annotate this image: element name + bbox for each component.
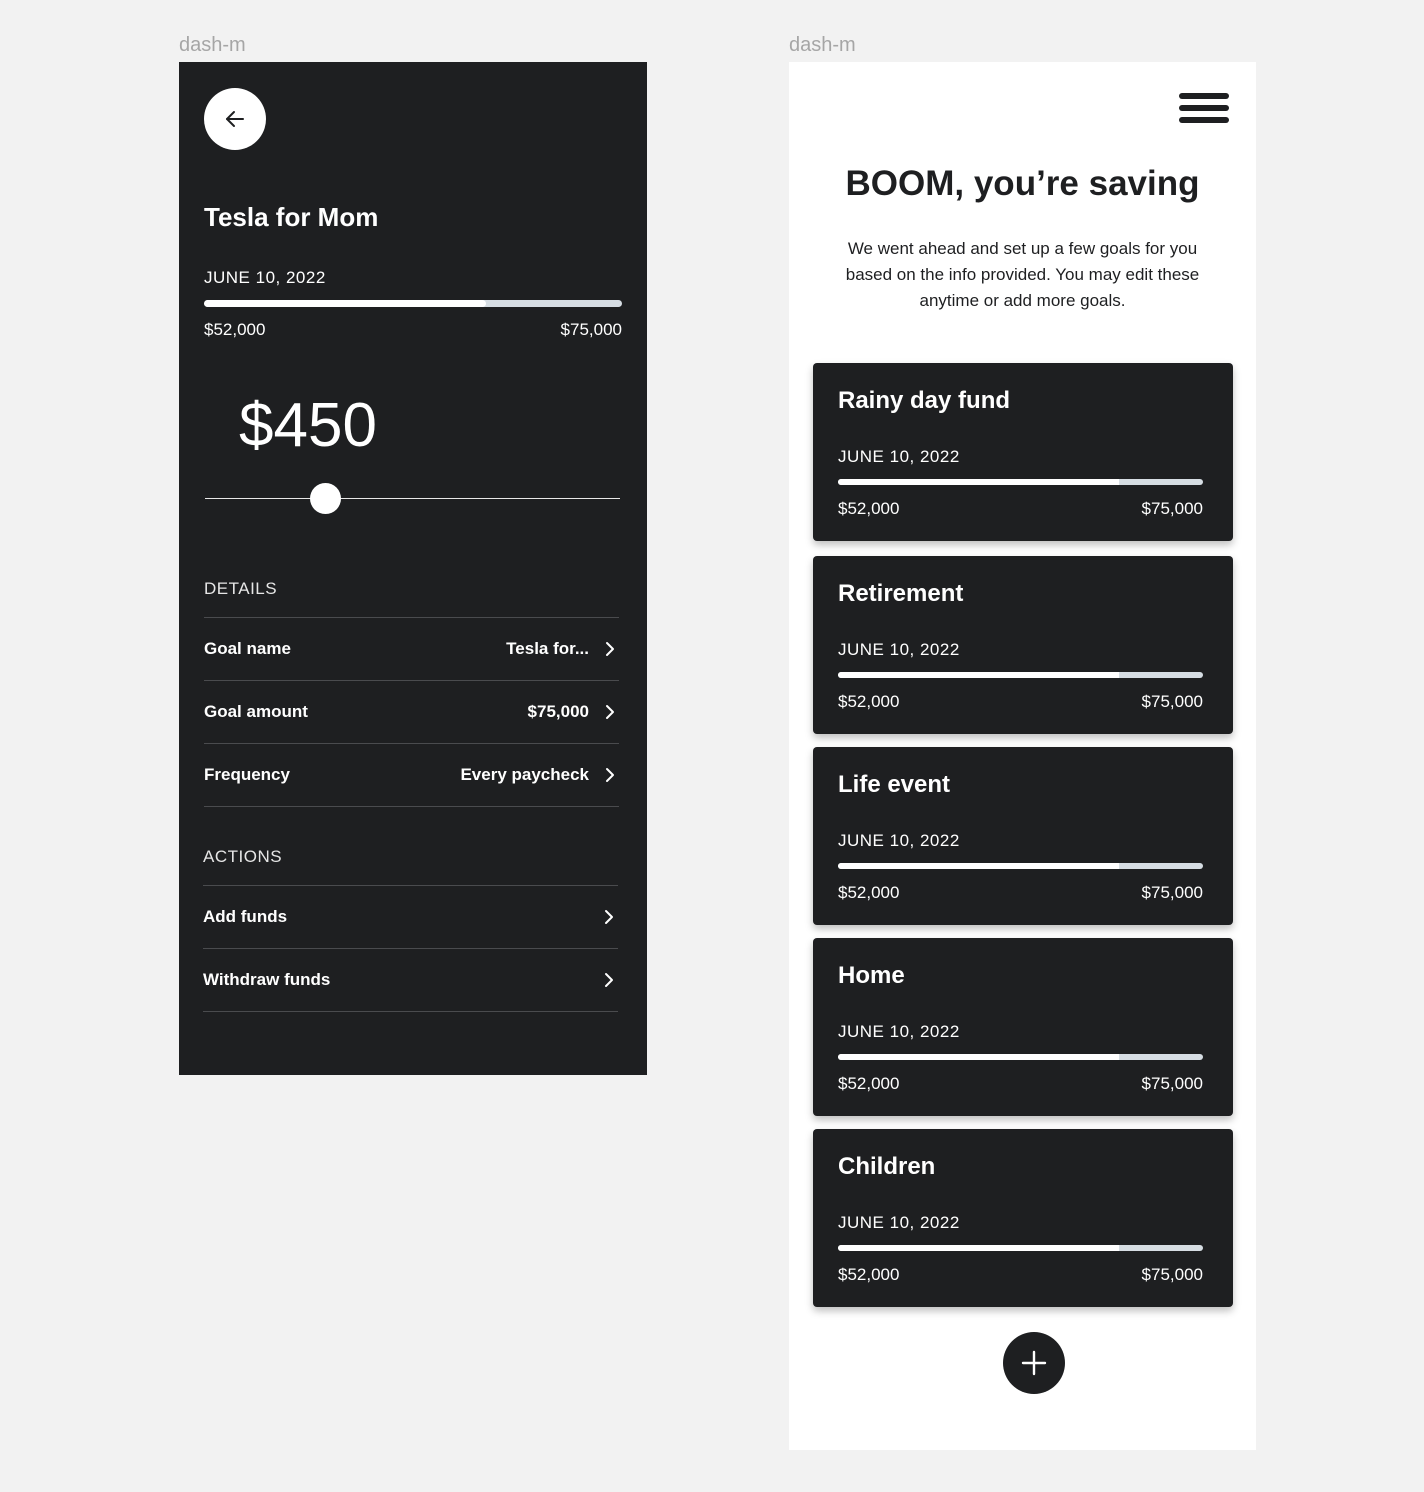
chevron-right-icon [605,973,613,987]
detail-row-value: $75,000 [527,702,589,721]
goal-card-title: Home [838,962,905,989]
goal-card-target-amount: $75,000 [1141,499,1203,518]
goal-card-current-amount: $52,000 [838,692,900,711]
goal-card-title: Retirement [838,580,964,607]
goals-overview-screen: BOOM, you’re saving We went ahead and se… [789,62,1256,1450]
actions-section-label: ACTIONS [203,847,283,866]
chevron-right-icon [605,910,613,924]
goal-card[interactable]: Rainy day fund JUNE 10, 2022 $52,000 $75,00… [813,363,1233,541]
goal-card-target-amount: $75,000 [1141,692,1203,711]
contribution-slider-track[interactable] [205,498,620,499]
goal-card-progress-bar [838,672,1203,678]
goal-card-target-amount: $75,000 [1141,1074,1203,1093]
goal-card-progress-bar [838,1245,1203,1251]
actions-list: Add funds Withdraw funds [203,885,618,1012]
withdraw-funds-button[interactable]: Withdraw funds [203,948,618,1012]
frame-label-left: dash-m [179,34,246,56]
action-label: Add funds [203,907,288,926]
goal-card-progress-fill [838,479,1120,485]
chevron-right-icon [606,768,614,782]
target-amount: $75,000 [560,320,622,339]
add-goal-button[interactable] [1003,1332,1065,1394]
goal-card[interactable]: Children JUNE 10, 2022 $52,000 $75,000 [813,1129,1233,1307]
arrow-left-icon [226,111,244,127]
goal-card[interactable]: Life event JUNE 10, 2022 $52,000 $75,000 [813,747,1233,925]
detail-row-label: Goal amount [204,702,308,721]
contribution-slider-thumb[interactable] [310,483,342,514]
chevron-right-icon [606,642,614,656]
goal-card-progress-bar [838,1054,1203,1060]
plus-icon [1021,1350,1047,1376]
goal-card-title: Children [838,1153,936,1180]
hamburger-menu-icon[interactable] [1179,93,1229,127]
goal-card-title: Life event [838,771,951,798]
add-funds-button[interactable]: Add funds [203,885,618,948]
goal-card-current-amount: $52,000 [838,499,900,518]
back-button[interactable] [204,88,266,150]
detail-row-value: Every paycheck [460,765,589,784]
goal-card-current-amount: $52,000 [838,1074,900,1093]
goal-card-date: JUNE 10, 2022 [838,640,960,659]
goal-card-progress-fill [838,863,1120,869]
goal-card-target-amount: $75,000 [1141,1265,1203,1284]
goal-card-date: JUNE 10, 2022 [838,447,960,466]
goal-card[interactable]: Retirement JUNE 10, 2022 $52,000 $75,000 [813,556,1233,734]
goal-title: Tesla for Mom [204,202,379,232]
detail-row-goal-amount[interactable]: Goal amount $75,000 [204,680,619,743]
detail-row-frequency[interactable]: Frequency Every paycheck [204,743,619,807]
goal-progress-bar [204,300,622,307]
goal-card-date: JUNE 10, 2022 [838,831,960,850]
detail-row-value: Tesla for... [506,639,589,658]
detail-row-label: Frequency [204,765,290,784]
goal-card-progress-fill [838,1245,1120,1251]
goal-card-progress-bar [838,863,1203,869]
details-section-label: DETAILS [204,579,278,598]
goal-date: JUNE 10, 2022 [204,268,326,287]
contribution-amount: $450 [239,391,377,460]
goal-card-title: Rainy day fund [838,387,1011,414]
goal-detail-screen: Tesla for Mom JUNE 10, 2022 $52,000 $75,… [179,62,647,1075]
detail-row-goal-name[interactable]: Goal name Tesla for... [204,617,619,680]
detail-row-label: Goal name [204,639,291,658]
page-title: BOOM, you’re saving [845,164,1200,203]
page-subtitle: We went ahead and set up a few goals for… [845,239,1200,310]
goal-card-date: JUNE 10, 2022 [838,1213,960,1232]
goal-card-progress-fill [838,1054,1120,1060]
action-label: Withdraw funds [203,970,331,989]
goal-card[interactable]: Home JUNE 10, 2022 $52,000 $75,000 [813,938,1233,1116]
goal-card-current-amount: $52,000 [838,883,900,902]
goal-card-progress-bar [838,479,1203,485]
details-list: Goal name Tesla for... Goal amount $75,0… [204,617,619,807]
frame-label-right: dash-m [789,34,856,56]
goal-card-current-amount: $52,000 [838,1265,900,1284]
chevron-right-icon [606,705,614,719]
current-amount: $52,000 [204,320,266,339]
goal-card-target-amount: $75,000 [1141,883,1203,902]
goal-card-date: JUNE 10, 2022 [838,1022,960,1041]
goal-card-progress-fill [838,672,1120,678]
